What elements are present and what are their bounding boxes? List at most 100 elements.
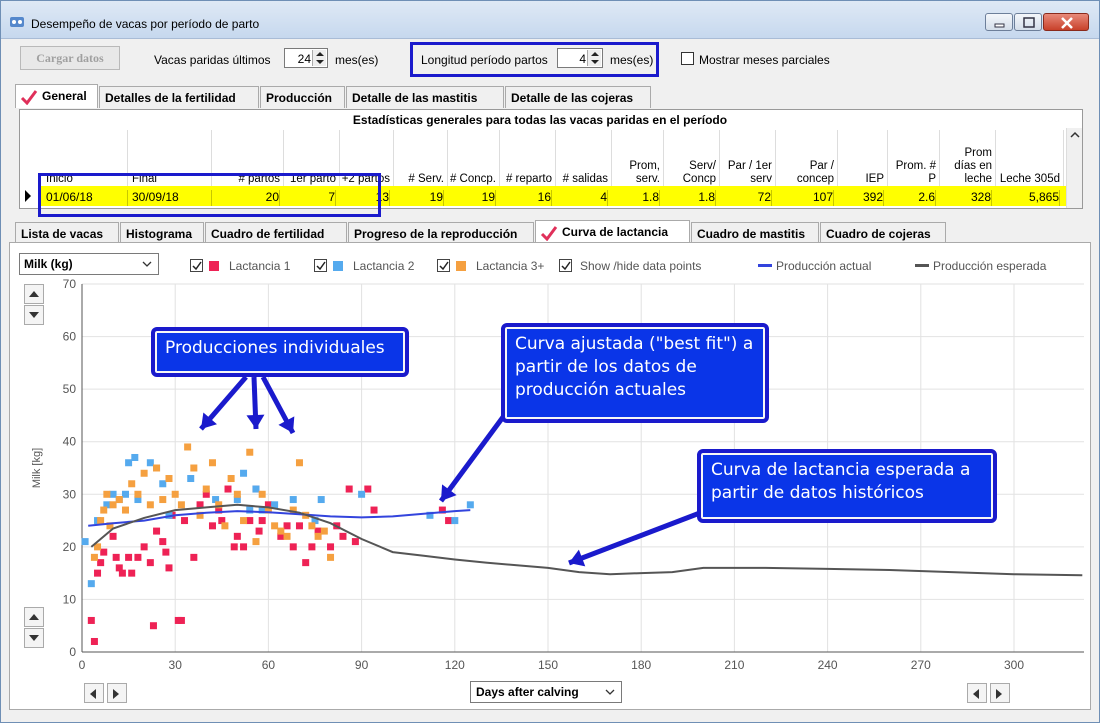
data-point: [289, 496, 297, 504]
x-tick-label: 30: [169, 658, 183, 672]
data-point: [320, 527, 328, 535]
data-point: [230, 543, 238, 551]
x-tick-label: 120: [445, 658, 465, 672]
data-point: [258, 517, 266, 525]
data-point: [153, 527, 161, 535]
data-point: [165, 564, 173, 572]
x-tick-label: 270: [911, 658, 931, 672]
data-point: [177, 616, 185, 624]
y-tick-label: 70: [63, 277, 77, 291]
data-point: [81, 538, 89, 546]
data-point: [165, 475, 173, 483]
data-point: [159, 480, 167, 488]
data-point: [246, 448, 254, 456]
data-point: [134, 553, 142, 561]
data-point: [100, 506, 108, 514]
x-tick-label: 300: [1004, 658, 1024, 672]
data-point: [351, 538, 359, 546]
data-point: [283, 522, 291, 530]
callout-fit: Curva ajustada ("best fit") a partir de …: [501, 323, 769, 423]
data-point: [208, 522, 216, 530]
data-point: [224, 485, 232, 493]
data-point: [317, 496, 325, 504]
data-point: [233, 532, 241, 540]
data-point: [94, 569, 102, 577]
x-tick-label: 0: [79, 658, 86, 672]
x-tick-label: 240: [818, 658, 838, 672]
data-point: [187, 475, 195, 483]
data-point: [451, 517, 459, 525]
data-point: [308, 522, 316, 530]
x-tick-label: 60: [262, 658, 276, 672]
data-point: [159, 538, 167, 546]
data-point: [358, 490, 366, 498]
y-axis-title: Milk [kg]: [31, 448, 43, 488]
data-point: [109, 501, 117, 509]
data-point: [364, 485, 372, 493]
data-point: [171, 490, 179, 498]
data-point: [153, 464, 161, 472]
data-point: [202, 485, 210, 493]
y-tick-label: 60: [63, 330, 77, 344]
data-point: [308, 543, 316, 551]
data-point: [302, 559, 310, 567]
callout-arrow: [438, 411, 509, 503]
data-point: [445, 517, 453, 525]
callout-arrow: [568, 508, 706, 566]
data-point: [258, 490, 266, 498]
data-point: [112, 553, 120, 561]
data-point: [277, 527, 285, 535]
data-point: [87, 580, 95, 588]
callout-individual: Producciones individuales: [151, 327, 409, 377]
data-point: [255, 527, 263, 535]
y-tick-label: 20: [63, 540, 77, 554]
data-point: [252, 538, 260, 546]
data-point: [146, 459, 154, 467]
x-tick-label: 180: [631, 658, 651, 672]
data-point: [140, 469, 148, 477]
data-point: [125, 553, 133, 561]
y-tick-label: 50: [63, 382, 77, 396]
data-point: [162, 548, 170, 556]
data-point: [140, 543, 148, 551]
data-point: [177, 501, 185, 509]
data-point: [271, 522, 279, 530]
y-tick-label: 30: [63, 487, 77, 501]
y-tick-label: 0: [69, 645, 76, 659]
data-point: [109, 532, 117, 540]
data-point: [159, 496, 167, 504]
data-point: [227, 475, 235, 483]
data-point: [121, 506, 129, 514]
data-point: [327, 553, 335, 561]
data-point: [190, 464, 198, 472]
data-point: [149, 622, 157, 630]
data-point: [233, 490, 241, 498]
data-point: [109, 490, 117, 498]
arrowhead-icon: [246, 414, 265, 429]
data-point: [295, 522, 303, 530]
data-point: [252, 485, 260, 493]
data-point: [146, 559, 154, 567]
data-point: [97, 517, 105, 525]
data-point: [345, 485, 353, 493]
x-tick-label: 210: [724, 658, 744, 672]
app-window: Desempeño de vacas por período de parto …: [0, 0, 1100, 723]
data-point: [125, 459, 133, 467]
data-point: [146, 501, 154, 509]
data-point: [184, 443, 192, 451]
data-point: [190, 553, 198, 561]
data-point: [289, 543, 297, 551]
data-point: [240, 543, 248, 551]
data-point: [115, 496, 123, 504]
data-point: [221, 522, 229, 530]
data-point: [118, 569, 126, 577]
y-tick-label: 40: [63, 435, 77, 449]
data-point: [128, 480, 136, 488]
data-point: [327, 543, 335, 551]
data-point: [466, 501, 474, 509]
data-point: [100, 548, 108, 556]
data-point: [240, 517, 248, 525]
x-tick-label: 150: [538, 658, 558, 672]
data-point: [339, 532, 347, 540]
data-point: [87, 616, 95, 624]
